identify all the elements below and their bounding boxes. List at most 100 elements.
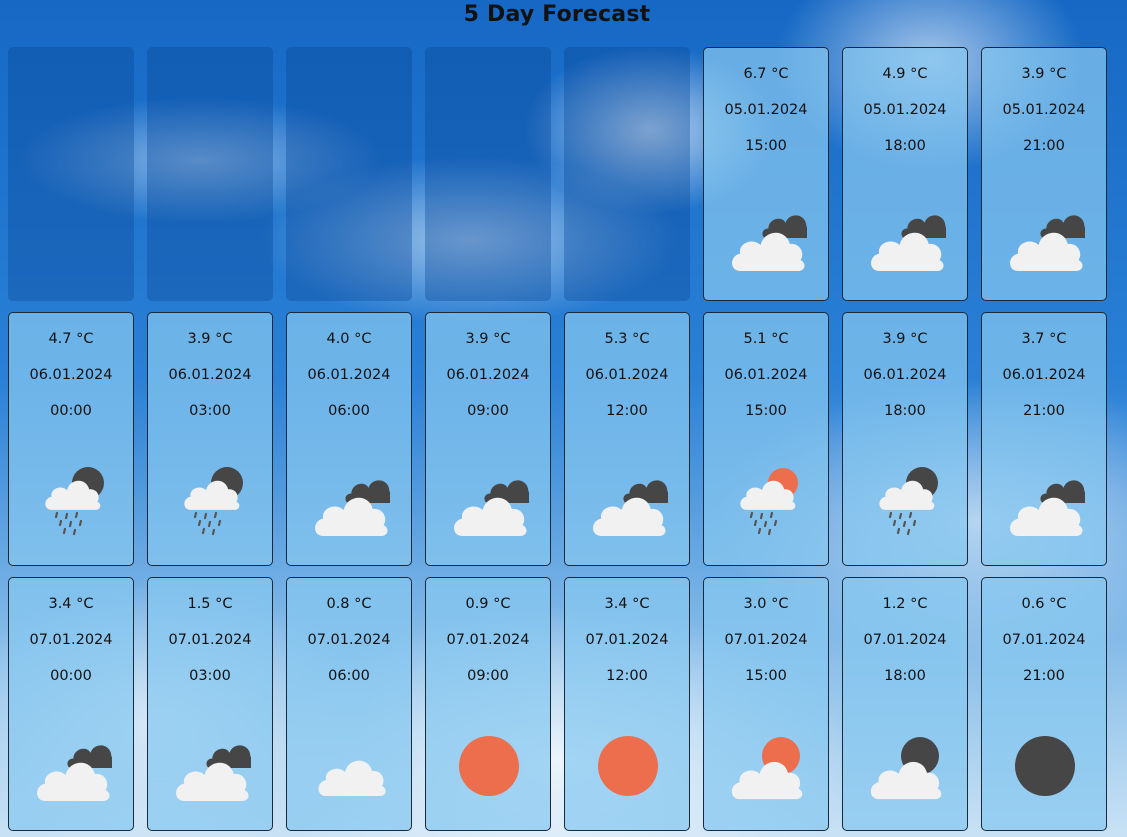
date-label: 05.01.2024 [724,102,808,118]
forecast-card: 4.9 °C 05.01.2024 18:00 [842,47,968,301]
cloudy-icon [176,745,251,801]
forecast-card: 3.9 °C 06.01.2024 03:00 [147,312,273,566]
forecast-card: 1.5 °C 07.01.2024 03:00 [147,577,273,831]
forecast-card: 1.2 °C 07.01.2024 18:00 [842,577,968,831]
time-label: 15:00 [745,138,787,154]
date-label: 06.01.2024 [29,367,113,383]
date-label: 06.01.2024 [168,367,252,383]
temperature-label: 3.9 °C [465,331,511,347]
date-label: 07.01.2024 [863,632,947,648]
time-label: 09:00 [467,668,509,684]
temperature-label: 1.5 °C [187,596,233,612]
date-label: 06.01.2024 [1002,367,1086,383]
empty-slot [147,47,273,301]
time-label: 12:00 [606,668,648,684]
night-rain-icon [184,467,243,536]
empty-slot [286,47,412,301]
cloudy-icon [1010,215,1085,271]
time-label: 00:00 [50,668,92,684]
forecast-card: 3.4 °C 07.01.2024 12:00 [564,577,690,831]
time-label: 21:00 [1023,138,1065,154]
temperature-label: 0.8 °C [326,596,372,612]
empty-slot [564,47,690,301]
temperature-label: 5.1 °C [743,331,789,347]
temperature-label: 4.0 °C [326,331,372,347]
partly-cloudy-night-icon [870,737,942,800]
forecast-card: 3.9 °C 05.01.2024 21:00 [981,47,1107,301]
time-label: 21:00 [1023,668,1065,684]
date-label: 06.01.2024 [724,367,808,383]
forecast-card: 4.0 °C 06.01.2024 06:00 [286,312,412,566]
temperature-label: 0.6 °C [1021,596,1067,612]
date-label: 07.01.2024 [1002,632,1086,648]
temperature-label: 3.4 °C [604,596,650,612]
cloudy-icon [37,745,112,801]
cloudy-icon [1010,480,1085,536]
time-label: 21:00 [1023,403,1065,419]
sun-icon [459,736,519,796]
time-label: 03:00 [189,668,231,684]
cloudy-icon [871,215,946,271]
cloudy-icon [454,480,529,536]
partly-cloudy-day-icon [731,737,803,800]
date-label: 07.01.2024 [585,632,669,648]
temperature-label: 6.7 °C [743,66,789,82]
temperature-label: 3.9 °C [882,331,928,347]
temperature-label: 5.3 °C [604,331,650,347]
time-label: 18:00 [884,138,926,154]
date-label: 06.01.2024 [307,367,391,383]
temperature-label: 3.4 °C [48,596,94,612]
temperature-label: 3.7 °C [1021,331,1067,347]
forecast-card: 0.9 °C 07.01.2024 09:00 [425,577,551,831]
time-label: 12:00 [606,403,648,419]
temperature-label: 4.9 °C [882,66,928,82]
forecast-card: 5.3 °C 06.01.2024 12:00 [564,312,690,566]
forecast-card: 0.8 °C 07.01.2024 06:00 [286,577,412,831]
date-label: 06.01.2024 [863,367,947,383]
page-title: 5 Day Forecast [463,2,651,27]
time-label: 06:00 [328,403,370,419]
forecast-card: 3.9 °C 06.01.2024 09:00 [425,312,551,566]
time-label: 18:00 [884,668,926,684]
day-rain-icon [740,468,798,536]
time-label: 06:00 [328,668,370,684]
forecast-card: 5.1 °C 06.01.2024 15:00 [703,312,829,566]
temperature-label: 3.0 °C [743,596,789,612]
forecast-card: 6.7 °C 05.01.2024 15:00 [703,47,829,301]
time-label: 15:00 [745,668,787,684]
date-label: 06.01.2024 [446,367,530,383]
forecast-card: 0.6 °C 07.01.2024 21:00 [981,577,1107,831]
empty-slot [425,47,551,301]
date-label: 06.01.2024 [585,367,669,383]
time-label: 18:00 [884,403,926,419]
temperature-label: 3.9 °C [187,331,233,347]
temperature-label: 3.9 °C [1021,66,1067,82]
cloud-icon [318,760,386,796]
time-label: 03:00 [189,403,231,419]
sun-icon [598,736,658,796]
forecast-card: 3.4 °C 07.01.2024 00:00 [8,577,134,831]
cloudy-icon [732,215,807,271]
date-label: 05.01.2024 [863,102,947,118]
time-label: 00:00 [50,403,92,419]
temperature-label: 0.9 °C [465,596,511,612]
cloudy-icon [593,480,668,536]
date-label: 07.01.2024 [724,632,808,648]
forecast-card: 4.7 °C 06.01.2024 00:00 [8,312,134,566]
night-rain-icon [879,467,938,536]
forecast-card: 3.0 °C 07.01.2024 15:00 [703,577,829,831]
date-label: 07.01.2024 [29,632,113,648]
clear-night-icon [1015,736,1075,796]
cloudy-icon [315,480,390,536]
forecast-grid: 6.7 °C 05.01.2024 15:00 4.9 °C 05.01.202… [8,47,1107,831]
date-label: 07.01.2024 [168,632,252,648]
night-rain-icon [45,467,104,536]
date-label: 05.01.2024 [1002,102,1086,118]
time-label: 09:00 [467,403,509,419]
date-label: 07.01.2024 [307,632,391,648]
forecast-card: 3.7 °C 06.01.2024 21:00 [981,312,1107,566]
date-label: 07.01.2024 [446,632,530,648]
empty-slot [8,47,134,301]
temperature-label: 4.7 °C [48,331,94,347]
forecast-card: 3.9 °C 06.01.2024 18:00 [842,312,968,566]
